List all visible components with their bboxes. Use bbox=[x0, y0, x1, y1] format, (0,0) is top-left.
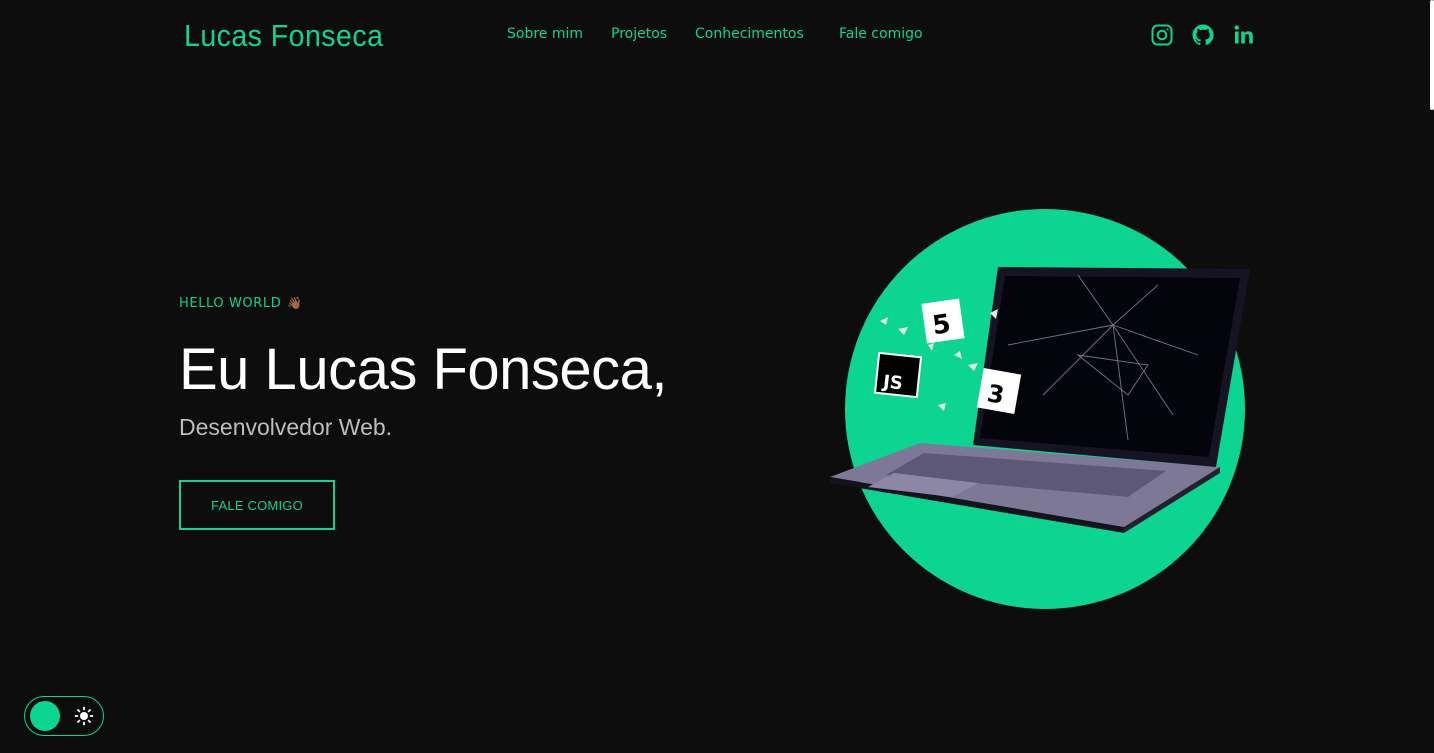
js-badge: JS bbox=[873, 351, 923, 399]
html5-badge: 5 bbox=[921, 298, 965, 344]
hero-greeting: HELLO WORLD 👋🏾 bbox=[179, 296, 303, 311]
nav-link-conhecimentos[interactable]: Conhecimentos bbox=[695, 26, 804, 42]
site-logo[interactable]: Lucas Fonseca bbox=[184, 18, 383, 54]
laptop-screen bbox=[980, 276, 1240, 457]
hero-title: Eu Lucas Fonseca, bbox=[179, 337, 668, 402]
linkedin-icon[interactable] bbox=[1232, 23, 1256, 47]
hero-illustration: 5 JS 3 bbox=[828, 205, 1258, 615]
site-header: Lucas Fonseca Sobre mim Projetos Conheci… bbox=[0, 0, 1434, 72]
theme-toggle-knob bbox=[30, 701, 60, 731]
hero-intro: HELLO WORLD 👋🏾 Eu Lucas Fonseca, Desenvol… bbox=[179, 296, 668, 530]
css3-badge: 3 bbox=[976, 368, 1022, 414]
nav-link-fale-comigo[interactable]: Fale comigo bbox=[839, 26, 923, 42]
nav-link-sobre-mim[interactable]: Sobre mim bbox=[507, 26, 583, 42]
github-icon[interactable] bbox=[1191, 23, 1215, 47]
wave-emoji-icon: 👋🏾 bbox=[287, 296, 303, 310]
nav-link-projetos[interactable]: Projetos bbox=[611, 26, 667, 42]
contact-button[interactable]: FALE COMIGO bbox=[179, 480, 335, 530]
scrollbar-thumb[interactable] bbox=[1430, 0, 1434, 110]
svg-text:JS: JS bbox=[880, 371, 904, 394]
instagram-icon[interactable] bbox=[1150, 23, 1174, 47]
sun-icon bbox=[74, 706, 94, 726]
hero-subtitle: Desenvolvedor Web. bbox=[179, 414, 393, 440]
theme-toggle[interactable] bbox=[24, 696, 104, 736]
hero-greeting-text: HELLO WORLD bbox=[179, 296, 282, 311]
